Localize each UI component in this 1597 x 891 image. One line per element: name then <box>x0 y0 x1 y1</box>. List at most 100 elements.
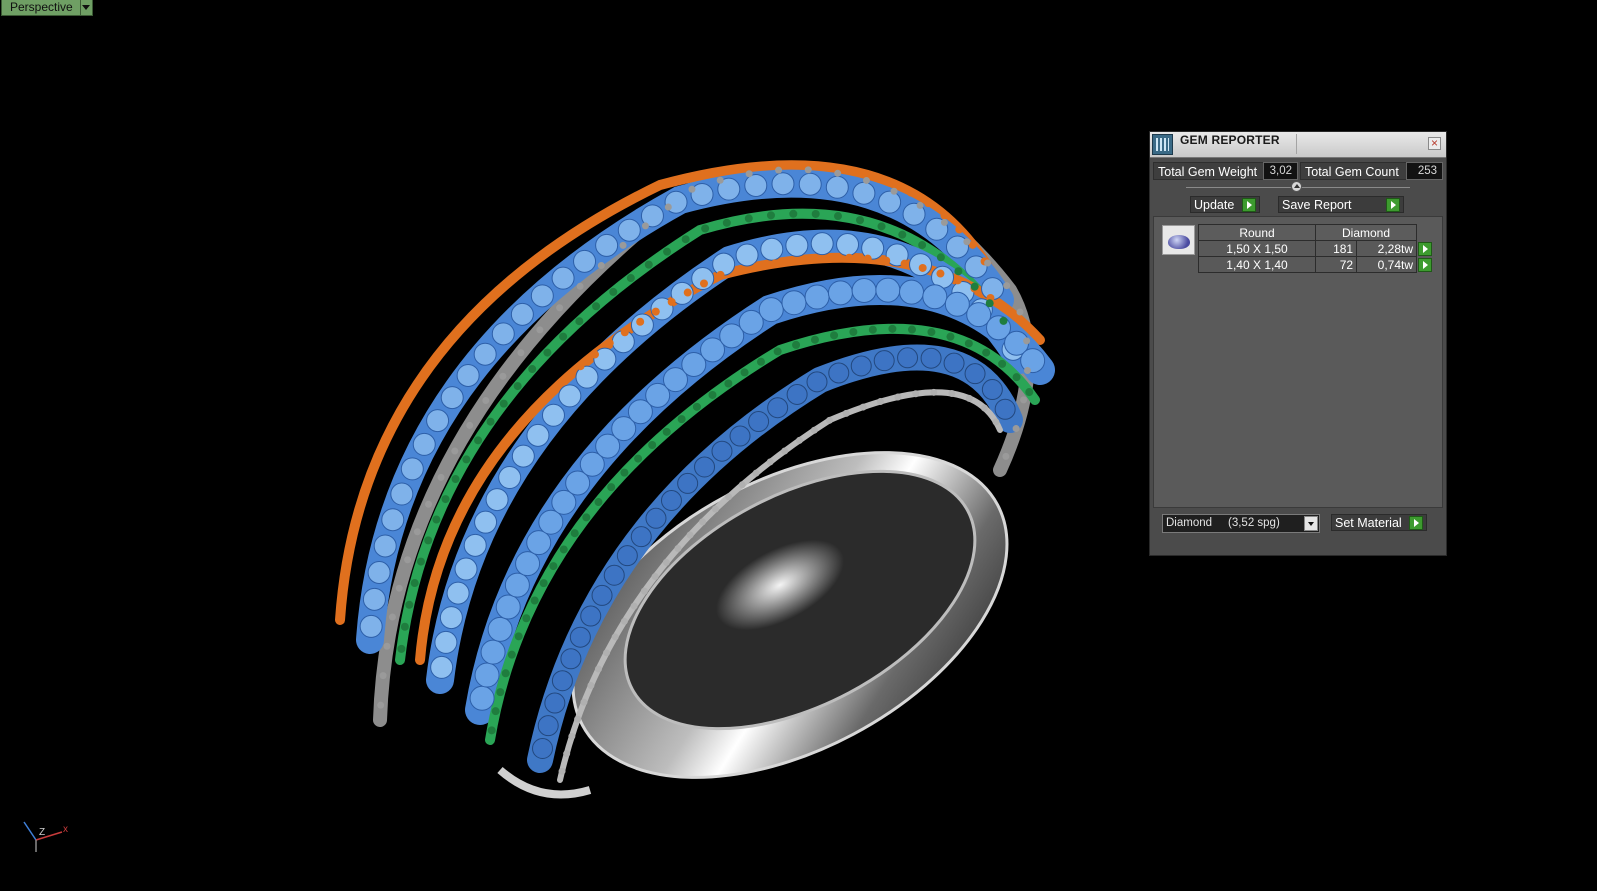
gem-mark <box>781 290 807 316</box>
gem-mark <box>368 467 377 476</box>
gem-mark <box>766 211 775 220</box>
gem-mark <box>377 701 385 709</box>
collapse-toggle-icon[interactable] <box>1291 181 1302 192</box>
gem-mark <box>626 274 635 283</box>
gem-mark <box>876 398 884 406</box>
gem-mark <box>443 538 452 547</box>
gem-mark <box>825 175 849 199</box>
play-arrow-icon[interactable] <box>1409 516 1423 530</box>
gem-mark <box>612 203 621 212</box>
save-report-button[interactable]: Save Report <box>1278 196 1404 213</box>
gem-mark <box>522 413 531 422</box>
gem-mark <box>453 328 462 337</box>
close-icon[interactable]: × <box>1428 137 1441 150</box>
gem-mark <box>404 556 412 564</box>
gem-mark <box>587 681 595 689</box>
play-arrow-icon[interactable] <box>1242 198 1256 212</box>
gem-shape-thumbnail[interactable] <box>1162 225 1195 255</box>
set-material-button[interactable]: Set Material <box>1331 514 1427 531</box>
gem-mark <box>899 279 925 305</box>
chevron-down-icon[interactable] <box>1304 516 1318 531</box>
gem-mark <box>400 622 409 631</box>
gem-mark <box>845 253 854 262</box>
table-row[interactable]: 1,40 X 1,40 72 0,74tw <box>1198 256 1432 273</box>
total-gem-count-value: 253 <box>1406 162 1443 180</box>
gem-mark <box>439 606 463 630</box>
gem-mark <box>355 505 364 514</box>
gem-mark <box>526 423 550 447</box>
gem-mark <box>716 270 725 279</box>
play-arrow-icon[interactable] <box>1386 198 1400 212</box>
gem-mark <box>558 767 566 775</box>
gem-mark <box>760 237 784 261</box>
gem-mark <box>771 259 780 268</box>
gem-mark <box>965 394 973 402</box>
gem-mark <box>662 558 670 566</box>
gem-mark <box>485 488 509 512</box>
gem-mark <box>563 750 571 758</box>
gem-mark <box>345 545 354 554</box>
play-arrow-icon[interactable] <box>1418 241 1432 256</box>
gem-mark <box>559 545 568 554</box>
gem-mark <box>426 409 450 433</box>
gem-mark <box>888 179 897 188</box>
gem-mark <box>573 249 597 273</box>
gem-mark <box>924 199 933 208</box>
gem-mark <box>964 363 986 385</box>
gem-mark <box>810 232 834 256</box>
gem-mark <box>882 256 891 265</box>
gem-mark <box>1012 425 1020 433</box>
gem-mark <box>863 254 872 263</box>
gem-mark <box>548 387 557 396</box>
gem-count-cell: 72 <box>1314 256 1358 273</box>
gem-mark <box>466 313 475 322</box>
gem-mark <box>708 390 717 399</box>
gem-mark <box>400 457 424 481</box>
gem-mark <box>826 416 834 424</box>
gem-mark <box>920 347 942 369</box>
gem-mark <box>496 688 505 697</box>
gem-mark <box>651 573 659 581</box>
panel-titlebar[interactable]: GEM REPORTER × <box>1150 132 1446 158</box>
gem-size-cell: 1,50 X 1,50 <box>1198 240 1316 257</box>
gem-mark <box>432 515 441 524</box>
gem-mark <box>568 732 576 740</box>
gem-mark <box>943 352 965 374</box>
chevron-down-icon[interactable] <box>80 0 93 16</box>
viewport-view-selector[interactable]: Perspective <box>1 0 93 16</box>
gem-mark <box>729 425 751 447</box>
gem-mark <box>381 508 405 532</box>
gem-mark <box>562 374 571 383</box>
gem-mark <box>451 475 460 484</box>
gem-mark <box>948 389 956 397</box>
gem-mark <box>810 426 818 434</box>
gem-mark <box>480 639 506 665</box>
gem-mark <box>456 363 480 387</box>
gem-mark <box>894 393 902 401</box>
update-button[interactable]: Update <box>1190 196 1260 213</box>
gem-mark <box>804 166 812 174</box>
gem-mark <box>734 266 743 275</box>
gem-mark <box>367 561 391 585</box>
table-row[interactable]: 1,50 X 1,50 181 2,28tw <box>1198 240 1432 257</box>
material-select[interactable]: Diamond (3,52 spg) <box>1162 514 1320 533</box>
gem-mark <box>918 241 927 250</box>
gem-mark <box>462 455 471 464</box>
gem-mark <box>775 166 783 174</box>
material-select-value: Diamond (3,52 spg) <box>1166 517 1280 529</box>
gem-mark <box>517 349 525 357</box>
gem-mark <box>437 473 445 481</box>
gem-mark <box>551 266 575 290</box>
gem-mark <box>611 633 619 641</box>
gem-mark <box>541 403 565 427</box>
axis-x-label: x <box>63 824 68 835</box>
gem-mark <box>410 579 419 588</box>
gem-mark <box>416 646 425 655</box>
gem-mark <box>570 529 579 538</box>
gem-mark <box>834 169 842 177</box>
gem-mark <box>1016 308 1024 316</box>
gem-mark <box>982 348 991 357</box>
gem-mark <box>954 267 963 276</box>
gem-mark <box>811 209 820 218</box>
play-arrow-icon[interactable] <box>1418 257 1432 272</box>
